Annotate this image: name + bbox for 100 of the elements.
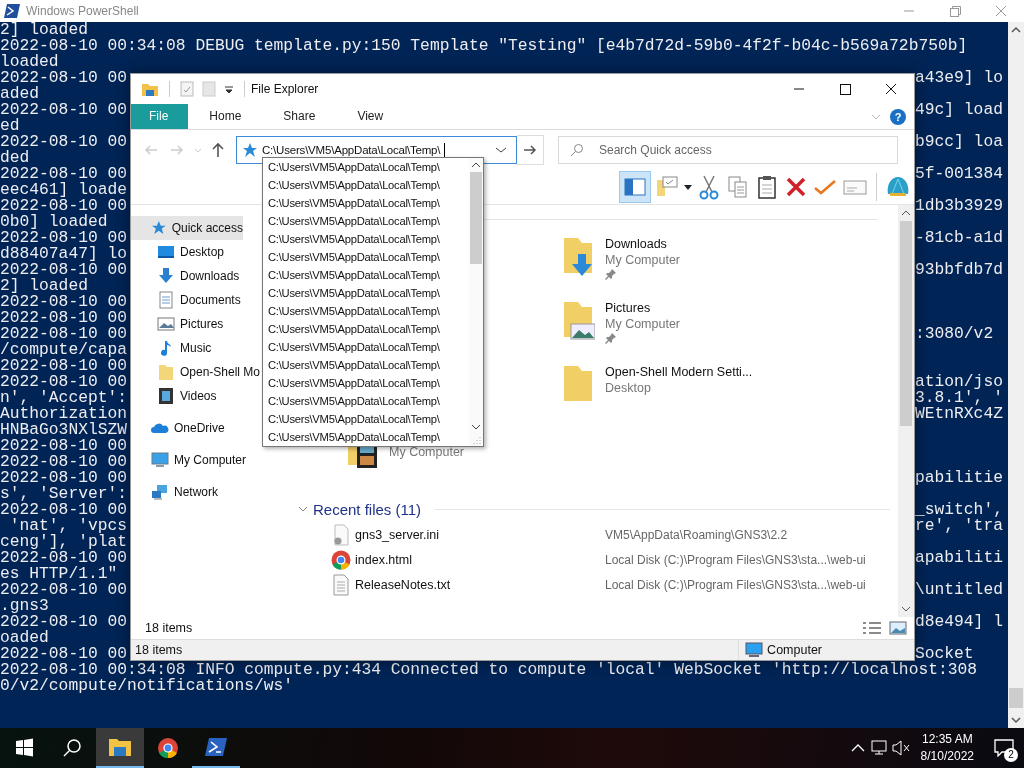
clock-time[interactable]: 12:35 AM <box>921 731 973 748</box>
console-text: d8e494] l <box>915 614 1003 630</box>
folder-location: Desktop <box>605 380 651 396</box>
folder-name[interactable]: Open-Shell Modern Setti... <box>605 364 753 380</box>
settings-file-icon[interactable] <box>331 523 351 546</box>
console-text: 2022-08-10 00 <box>0 198 127 214</box>
checked-document-icon[interactable] <box>180 81 194 97</box>
console-text: 5f-001384 <box>915 166 1003 182</box>
console-text: 2022-08-10 00 <box>0 326 127 342</box>
folder-location: My Computer <box>605 252 681 268</box>
console-text: 2] loaded <box>0 22 88 38</box>
console-text: :3080/v2 <box>915 326 994 342</box>
folder-name[interactable]: Downloads <box>605 236 667 252</box>
autocomplete-item[interactable]: C:\Users\VM5\AppData\Local\Temp\ <box>268 194 469 212</box>
ribbon-tab[interactable]: Home <box>188 104 263 129</box>
autocomplete-item[interactable]: C:\Users\VM5\AppData\Local\Temp\ <box>268 176 469 194</box>
download-folder-icon[interactable] <box>561 236 595 278</box>
chrome-icon <box>156 737 180 759</box>
pin-icon[interactable] <box>605 332 617 344</box>
powershell-icon <box>204 736 228 758</box>
sidebar-item[interactable]: Documents <box>131 288 241 312</box>
sidebar-item[interactable]: OneDrive <box>131 416 225 440</box>
file-name[interactable]: ReleaseNotes.txt <box>355 577 605 592</box>
sidebar-item[interactable]: My Computer <box>131 448 247 472</box>
autocomplete-item[interactable]: C:\Users\VM5\AppData\Local\Temp\ <box>268 230 469 248</box>
autocomplete-item[interactable]: C:\Users\VM5\AppData\Local\Temp\ <box>268 248 469 266</box>
console-text: 2022-08-10 00 <box>0 70 127 86</box>
file-name[interactable]: index.html <box>355 552 605 567</box>
console-text: 2022-08-10 00:34:08 DEBUG template.py:150 Template "Testing" [e4b7d72d-59b0-4f2f-b04c-b569a72b750b] <box>0 38 968 54</box>
autocomplete-item[interactable]: C:\Users\VM5\AppData\Local\Temp\ <box>268 410 469 428</box>
folder-icon <box>108 736 132 758</box>
down-arrow-icon <box>157 267 175 285</box>
ribbon-tab[interactable]: View <box>336 104 405 129</box>
scroll-thumb[interactable] <box>900 221 912 426</box>
pictures-folder-icon[interactable] <box>561 300 595 342</box>
section-heading[interactable]: Recent files (11) <box>313 500 422 518</box>
autocomplete-item[interactable]: C:\Users\VM5\AppData\Local\Temp\ <box>268 392 469 410</box>
preview-pane-button[interactable] <box>619 171 651 203</box>
large-icons-view-icon[interactable] <box>888 621 908 635</box>
console-text: d88407a47] lo <box>0 246 127 262</box>
folder-icon[interactable] <box>141 81 159 97</box>
console-text: 2022-08-10 00 <box>0 310 127 326</box>
sidebar-item[interactable]: Open-Shell Mo <box>131 360 261 384</box>
status-text: Computer <box>767 643 822 657</box>
scrollbar[interactable] <box>898 205 914 617</box>
console-text: apabiliti <box>915 550 1003 566</box>
clock-date[interactable]: 8/10/2022 <box>920 748 974 765</box>
help-button[interactable]: ? <box>890 108 906 125</box>
taskbar-app[interactable] <box>96 728 144 768</box>
console-text: 2022-08-10 00 <box>0 358 127 374</box>
console-text: 2022-08-10 00 <box>0 470 127 486</box>
details-view-icon[interactable] <box>862 621 882 635</box>
console-text: 2022-08-10 00 <box>0 374 127 390</box>
speech-bubble-icon <box>994 739 1014 757</box>
autocomplete-item[interactable]: C:\Users\VM5\AppData\Local\Temp\ <box>268 320 469 338</box>
computer-icon <box>151 451 169 469</box>
status-text: 18 items <box>134 643 183 657</box>
sidebar-item[interactable]: Quick access <box>131 216 243 240</box>
autocomplete-item[interactable]: C:\Users\VM5\AppData\Local\Temp\ <box>268 302 469 320</box>
chevron-down-icon[interactable] <box>494 145 508 155</box>
landscape-icon <box>157 315 175 333</box>
console-text: 3.8.1', ' <box>915 390 1003 406</box>
sidebar-item[interactable]: Desktop <box>131 240 225 264</box>
console-text: a43e9] lo <box>915 70 1003 86</box>
scroll-thumb[interactable] <box>470 172 482 264</box>
autocomplete-item[interactable]: C:\Users\VM5\AppData\Local\Temp\ <box>268 356 469 374</box>
scrollbar[interactable] <box>1008 22 1024 728</box>
console-text: 2022-08-10 00 <box>0 582 127 598</box>
sidebar-item[interactable]: Pictures <box>131 312 224 336</box>
scrollbar[interactable] <box>469 158 483 446</box>
file-path: VM5\AppData\Roaming\GNS3\2.2 <box>605 527 788 542</box>
pin-icon[interactable] <box>605 268 617 280</box>
chrome-icon[interactable] <box>331 548 351 571</box>
autocomplete-item[interactable]: C:\Users\VM5\AppData\Local\Temp\ <box>268 374 469 392</box>
autocomplete-item[interactable]: C:\Users\VM5\AppData\Local\Temp\ <box>268 212 469 230</box>
sidebar-item[interactable]: Videos <box>131 384 217 408</box>
item-count: 18 items <box>145 621 193 635</box>
console-text: n', 'Accept': <box>0 390 127 406</box>
go-arrow-icon[interactable] <box>517 135 544 165</box>
star-icon <box>151 219 167 237</box>
autocomplete-item[interactable]: C:\Users\VM5\AppData\Local\Temp\ <box>268 266 469 284</box>
folder-name[interactable]: Pictures <box>605 300 651 316</box>
file-path: Local Disk (C:)\Program Files\GNS3\sta...\web-ui <box>605 577 866 592</box>
scroll-thumb[interactable] <box>1009 688 1023 708</box>
file-name[interactable]: gns3_server.ini <box>355 527 605 542</box>
folder-location: My Computer <box>389 444 465 460</box>
sidebar-item[interactable]: Downloads <box>131 264 240 288</box>
console-text: 2022-08-10 00 <box>0 646 127 662</box>
notification-button[interactable]: 2 <box>984 728 1024 768</box>
sidebar-item[interactable]: Network <box>131 480 218 504</box>
console-text: HNBaGo3NXlSZW <box>0 422 127 438</box>
ribbon-tab[interactable]: Share <box>262 104 337 129</box>
autocomplete-item[interactable]: C:\Users\VM5\AppData\Local\Temp\ <box>268 428 469 446</box>
search-field[interactable]: Search Quick access <box>558 136 898 164</box>
console-text: aded <box>0 86 40 102</box>
autocomplete-item[interactable]: C:\Users\VM5\AppData\Local\Temp\ <box>268 284 469 302</box>
autocomplete-item[interactable]: C:\Users\VM5\AppData\Local\Temp\ <box>268 338 469 356</box>
console-text: s', 'Server': <box>0 486 127 502</box>
console-text: -81cb-a1d <box>915 230 1003 246</box>
sidebar-item[interactable]: Music <box>131 336 212 360</box>
